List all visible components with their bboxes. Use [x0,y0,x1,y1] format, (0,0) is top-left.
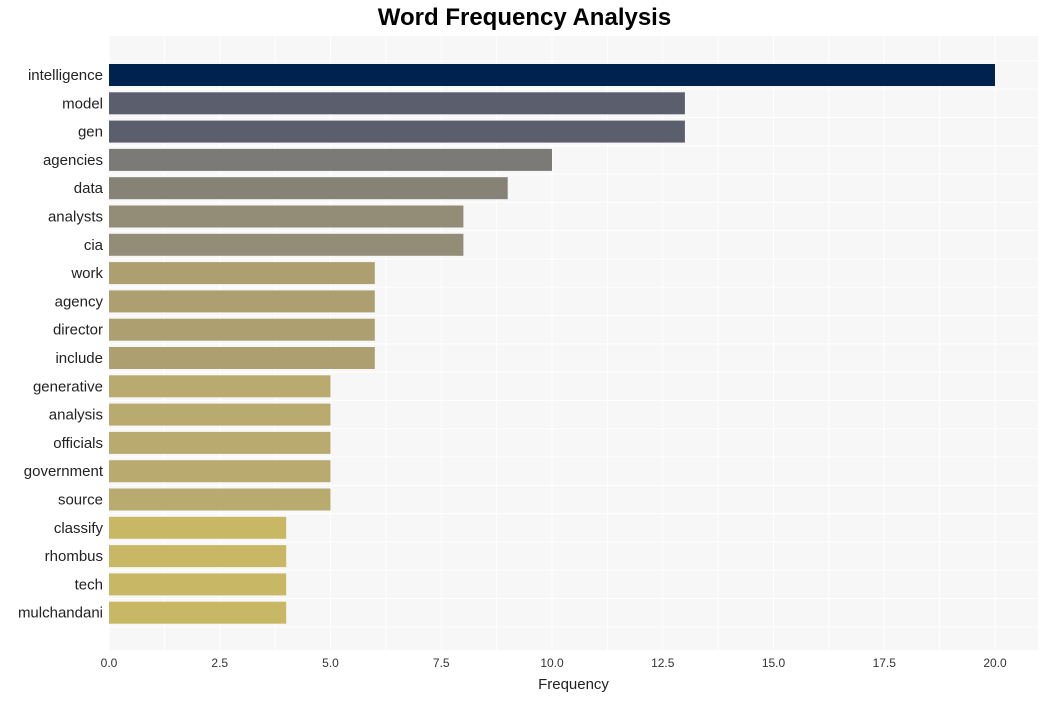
y-tick-label: agency [55,293,104,310]
y-tick-label: model [62,95,103,112]
bar-analysts [109,205,464,228]
bar-government [109,460,331,483]
y-tick-label: rhombus [45,548,103,565]
bar-intelligence [109,64,995,86]
bar-generative [109,375,331,398]
y-tick-label: government [24,463,104,480]
x-tick-label: 17.5 [873,656,897,670]
bar-mulchandani [109,601,287,624]
x-tick-labels: 0.0 2.5 5.0 7.5 10.0 12.5 15.0 17.5 20.0 [101,656,1007,670]
bar-officials [109,431,331,454]
y-tick-label: tech [75,576,103,593]
y-tick-label: officials [53,435,103,452]
y-tick-label: analysis [49,407,103,424]
y-tick-label: mulchandani [18,605,103,622]
y-tick-label: agencies [43,152,103,169]
x-tick-label: 7.5 [433,656,450,670]
y-tick-labels: intelligence model gen agencies data analysts… [18,67,104,622]
bar-analysis [109,403,331,426]
bar-rhombus [109,545,287,568]
bar-include [109,347,375,369]
y-tick-label: work [70,265,103,282]
x-tick-label: 0.0 [101,656,118,670]
y-tick-label: source [58,492,103,509]
bar-model [109,92,685,115]
x-tick-label: 15.0 [762,656,786,670]
y-tick-label: cia [84,237,104,254]
bar-director [109,318,375,341]
bar-gen [109,120,685,143]
x-tick-label: 10.0 [540,656,564,670]
bar-source [109,488,331,511]
bar-agency [109,290,375,313]
y-tick-label: director [53,322,103,339]
y-tick-label: intelligence [28,67,103,84]
x-tick-label: 5.0 [322,656,339,670]
y-tick-label: data [74,180,104,197]
x-axis-title: Frequency [538,676,609,693]
bar-cia [109,233,464,256]
y-tick-label: classify [54,520,104,537]
bar-work [109,262,375,285]
bar-tech [109,573,287,596]
x-tick-label: 12.5 [651,656,675,670]
bar-agencies [109,148,552,171]
y-tick-label: analysts [48,209,103,226]
x-tick-label: 20.0 [983,656,1007,670]
y-tick-label: include [55,350,103,367]
bar-chart: intelligence model gen agencies data analysts… [18,36,1038,693]
y-tick-label: gen [78,124,103,141]
y-tick-label: generative [33,378,103,395]
x-tick-label: 2.5 [211,656,228,670]
bar-classify [109,516,287,539]
bar-data [109,177,508,200]
